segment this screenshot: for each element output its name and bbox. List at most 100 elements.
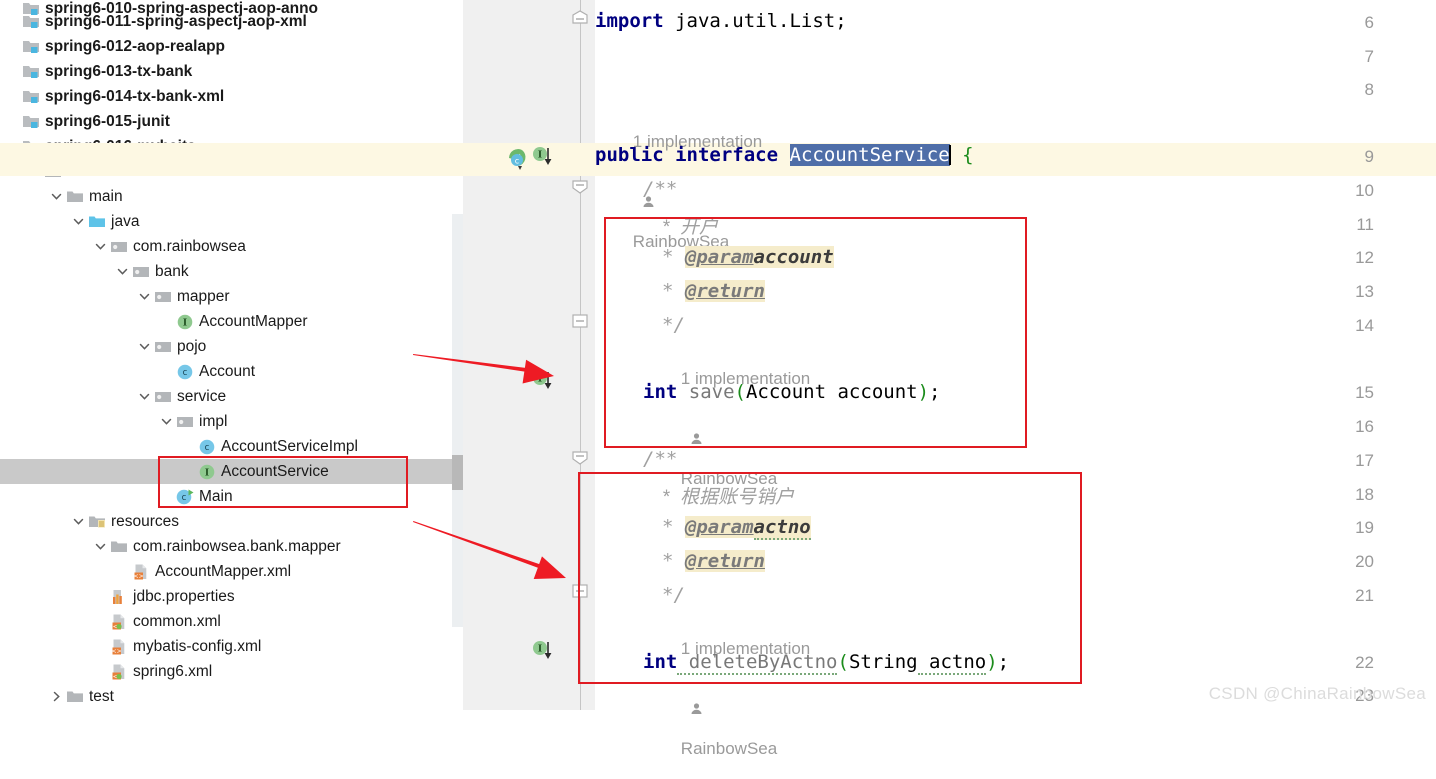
line-number-gutter[interactable] — [463, 0, 570, 710]
javadoc-return-tag: @return — [684, 280, 765, 302]
tree-item-spring6-012-aop-realapp[interactable]: spring6-012-aop-realapp — [0, 34, 463, 59]
tree-item-account[interactable]: c Account — [0, 359, 463, 384]
tree-item-label: jdbc.properties — [133, 588, 235, 605]
code-line-12[interactable]: * @paramaccount — [662, 246, 834, 268]
code-line-20[interactable]: * @return — [662, 550, 765, 572]
tree-item-spring6-013-tx-bank[interactable]: spring6-013-tx-bank — [0, 59, 463, 84]
code-line-11[interactable]: * 开户 — [662, 212, 718, 239]
implemented-by-gutter-icon[interactable]: I — [532, 146, 556, 175]
svg-text:c: c — [515, 157, 519, 166]
tree-item-accountserviceimpl[interactable]: c AccountServiceImpl — [0, 434, 463, 459]
chevron-down-icon[interactable] — [138, 390, 151, 403]
chevron-down-icon[interactable] — [138, 290, 151, 303]
tree-item-spring6-014-tx-bank-xml[interactable]: spring6-014-tx-bank-xml — [0, 84, 463, 109]
chevron-down-icon[interactable] — [50, 190, 63, 203]
code-line-14[interactable]: */ — [662, 314, 685, 336]
tree-item-main[interactable]: c Main — [0, 484, 463, 509]
svg-text:I: I — [183, 318, 187, 328]
code-line-15[interactable]: int save(Account account); — [643, 381, 940, 403]
tree-item-test[interactable]: test — [0, 684, 463, 709]
tree-item-pojo[interactable]: pojo — [0, 334, 463, 359]
tree-item-accountmapper[interactable]: I AccountMapper — [0, 309, 463, 334]
tree-scrollbar-track[interactable] — [452, 214, 463, 627]
tree-scrollbar-thumb[interactable] — [452, 455, 463, 490]
tree-item-label: mybatis-config.xml — [133, 638, 262, 655]
fold-marker-icon[interactable] — [571, 10, 589, 28]
tree-item-common-xml[interactable]: < common.xml — [0, 609, 463, 634]
code-text-area[interactable]: import java.util.List; 1 implementation … — [595, 0, 1436, 758]
class-icon: c — [176, 363, 194, 381]
tree-item-com-rainbowsea[interactable]: com.rainbowsea — [0, 234, 463, 259]
javadoc-param-value: account — [753, 246, 834, 268]
package-icon — [154, 288, 172, 306]
tree-item-label: impl — [199, 413, 228, 430]
fold-marker-icon[interactable] — [571, 177, 589, 195]
code-line-10[interactable]: /** — [643, 178, 677, 200]
code-line-19[interactable]: * @paramactno — [662, 516, 811, 540]
implemented-by-gutter-icon[interactable]: I — [532, 370, 556, 399]
resource-root-folder-icon — [88, 513, 106, 531]
module-folder-icon — [22, 88, 40, 106]
tree-item-spring6-xml[interactable]: < spring6.xml — [0, 659, 463, 684]
code-line-22[interactable]: int deleteByActno(String actno); — [643, 651, 1009, 675]
tree-item-label: bank — [155, 263, 189, 280]
tree-item-label: spring6-014-tx-bank-xml — [45, 88, 225, 105]
inlay-hint-implementations[interactable]: 1 implementation RainbowSea — [643, 619, 810, 779]
svg-text:I: I — [538, 645, 542, 655]
tree-item-mybatis-config-xml[interactable]: <> mybatis-config.xml — [0, 634, 463, 659]
tree-item-accountservice[interactable]: I AccountService — [0, 459, 463, 484]
import-keyword: import — [595, 10, 664, 32]
javadoc-star: * — [662, 550, 685, 572]
open-paren: ( — [734, 381, 746, 403]
package-icon — [110, 238, 128, 256]
tree-item-label: test — [89, 688, 114, 705]
code-line-13[interactable]: * @return — [662, 280, 765, 302]
svg-text:I: I — [538, 375, 542, 385]
fold-marker-icon[interactable] — [571, 312, 589, 330]
code-line-17[interactable]: /** — [643, 448, 677, 470]
inlay-hint-author[interactable]: RainbowSea — [681, 739, 777, 758]
fold-marker-icon[interactable] — [571, 448, 589, 466]
tree-item-spring6-011-spring-aspectj-aop-xml[interactable]: spring6-011-spring-aspectj-aop-xml — [0, 9, 463, 34]
svg-text:c: c — [205, 443, 210, 453]
chevron-down-icon[interactable] — [116, 265, 129, 278]
tree-item-jdbc-properties[interactable]: jdbc.properties — [0, 584, 463, 609]
code-line-9[interactable]: public interface AccountService { — [595, 144, 974, 166]
code-line-21[interactable]: */ — [662, 584, 685, 606]
svg-text:c: c — [182, 493, 187, 503]
folder-icon — [66, 688, 84, 706]
tree-item-accountmapper-xml[interactable]: <> AccountMapper.xml — [0, 559, 463, 584]
chevron-down-icon[interactable] — [94, 240, 107, 253]
return-type: int — [643, 651, 678, 673]
run-class-gutter-icon[interactable]: c — [505, 145, 531, 176]
fold-marker-icon[interactable] — [571, 582, 589, 600]
tree-item-label: main — [89, 188, 123, 205]
spring-xml-file-icon: < — [110, 663, 128, 681]
chevron-down-icon[interactable] — [160, 415, 173, 428]
tree-item-java[interactable]: java — [0, 209, 463, 234]
code-editor[interactable]: 6 7 8 9 10 11 12 13 14 15 16 17 18 19 20 21 22 23 — [0, 0, 1436, 758]
code-line-18[interactable]: * 根据账号销户 — [662, 482, 794, 509]
selected-type-name[interactable]: AccountService — [789, 144, 950, 166]
package-icon — [154, 388, 172, 406]
chevron-down-icon[interactable] — [72, 215, 85, 228]
chevron-down-icon[interactable] — [94, 540, 107, 553]
chevron-down-icon[interactable] — [138, 340, 151, 353]
svg-text:<>: <> — [112, 648, 122, 655]
chevron-down-icon[interactable] — [72, 515, 85, 528]
tree-item-impl[interactable]: impl — [0, 409, 463, 434]
code-line-6[interactable]: import java.util.List; — [595, 10, 847, 32]
project-tree-panel[interactable]: spring6-010-spring-aspectj-aop-anno sprin… — [0, 0, 463, 710]
tree-item-resources[interactable]: resources — [0, 509, 463, 534]
class-icon: c — [198, 438, 216, 456]
tree-item-bank[interactable]: bank — [0, 259, 463, 284]
tree-item-service[interactable]: service — [0, 384, 463, 409]
tree-item-mapper[interactable]: mapper — [0, 284, 463, 309]
tree-item-com-rainbowsea-bank-mapper[interactable]: com.rainbowsea.bank.mapper — [0, 534, 463, 559]
implemented-by-gutter-icon[interactable]: I — [532, 640, 556, 669]
tree-item-main[interactable]: main — [0, 184, 463, 209]
chevron-right-icon[interactable] — [50, 690, 63, 703]
tree-item-spring6-015-junit[interactable]: spring6-015-junit — [0, 109, 463, 134]
svg-text:c: c — [183, 368, 188, 378]
code-folding-strip[interactable] — [570, 0, 595, 710]
